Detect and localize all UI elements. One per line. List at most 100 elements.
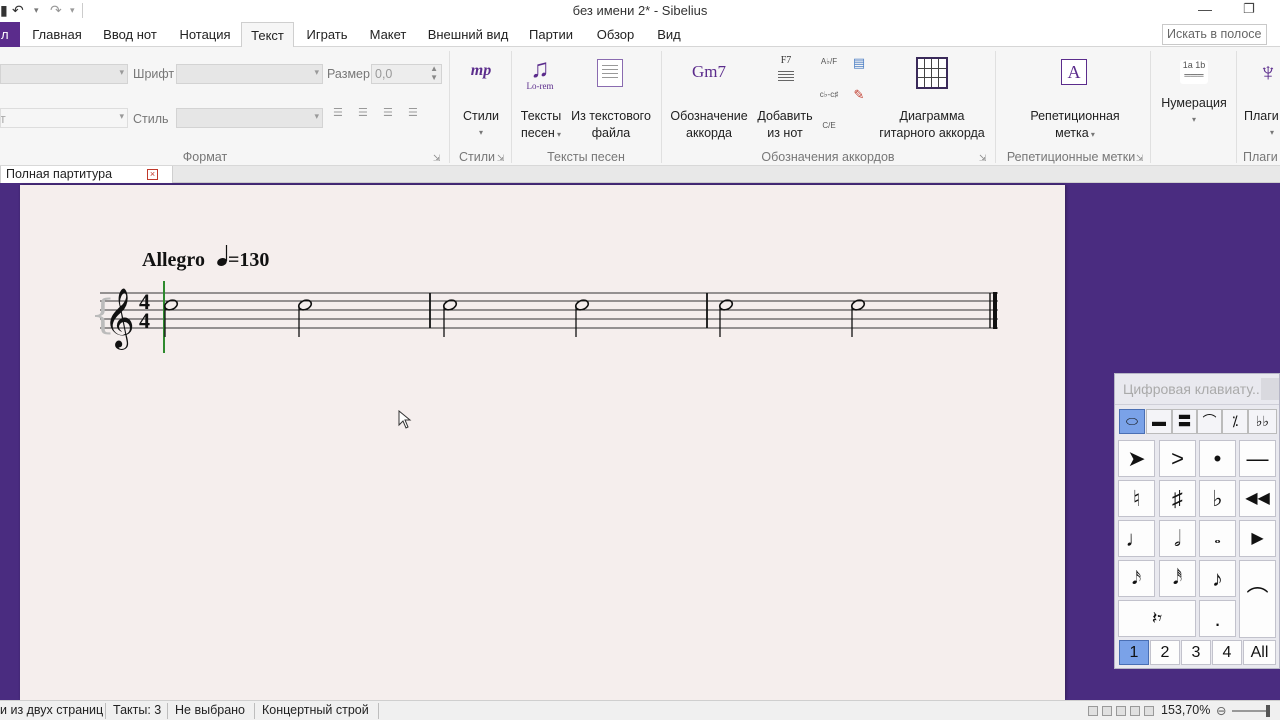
keypad-tenuto-icon[interactable]: — [1239,440,1276,477]
keypad-panel[interactable]: Цифровая клавиату... ⬭ ▬ 〓 ⌒ ⁒ ♭♭ ➤ > • … [1114,373,1280,669]
keypad-close-icon[interactable] [1261,378,1279,400]
restore-icon[interactable]: ❐ [1243,1,1255,17]
add-from-notes-button[interactable]: Добавить из нот [753,108,817,142]
score-tab[interactable]: Полная партитура × [0,166,173,184]
tab-parts[interactable]: Партии [522,22,580,47]
numbering-button[interactable]: Нумерация [1156,95,1232,112]
keypad-eighth-note-icon[interactable]: ♪ [1199,560,1236,597]
align-center-icon[interactable]: ☰ [358,106,369,119]
guitar-chord-button[interactable]: Диаграмма гитарного аккорда [874,108,990,142]
text-style-dropdown[interactable]: ▾ [0,108,128,128]
keypad-tab-more-notes[interactable]: ▬ [1146,409,1172,434]
tab-view[interactable]: Вид [651,22,687,47]
zoom-out-icon[interactable]: ⊖ [1216,703,1226,718]
keypad-tab-articulations[interactable]: ⌒ [1197,409,1222,434]
from-text-file-button[interactable]: Из текстового файла [566,108,656,142]
font-dropdown[interactable]: ▾ [176,64,323,84]
tab-file[interactable]: л [0,22,20,47]
vertical-view-icon[interactable] [1116,706,1126,716]
score-page[interactable]: Allegro =130 { 𝄞 4 4 [20,185,1065,700]
tab-home[interactable]: Главная [26,22,88,47]
tab-text[interactable]: Текст [241,22,294,48]
keypad-rest-icon[interactable]: 𝄽𝄾 [1118,600,1196,637]
tab-review[interactable]: Обзор [588,22,643,47]
keypad-voice-4[interactable]: 4 [1212,640,1242,665]
tab-layout[interactable]: Макет [362,22,414,47]
style-dropdown[interactable]: ▾ [176,108,323,128]
tab-play[interactable]: Играть [300,22,354,47]
keypad-thirty-second-note-icon[interactable]: 𝅘𝅥𝅰 [1159,560,1196,597]
lyrics-button-line2: песен [520,126,555,140]
from-text-file-line2: файла [591,126,631,140]
spread-view-icon[interactable] [1102,706,1112,716]
keypad-accent-icon[interactable]: > [1159,440,1196,477]
score-tab-label: Полная партитура [6,167,113,181]
size-input[interactable]: 0,0 ▲ ▼ [371,64,442,84]
keypad-half-note-icon[interactable]: 𝅗𝅥 [1159,520,1196,557]
keypad-natural-icon[interactable]: ♮ [1118,480,1155,517]
tempo-word[interactable]: Allegro [142,249,205,271]
respell-chord-icon[interactable]: A♭/F [818,57,840,66]
keypad-tab-common-notes[interactable]: ⬭ [1119,409,1145,434]
rehearsal-launcher-icon[interactable]: ⇲ [1136,153,1144,164]
lyrics-button[interactable]: Тексты песен ▾ [515,108,567,143]
chords-launcher-icon[interactable]: ⇲ [979,153,987,164]
close-icon[interactable]: × [147,169,158,180]
numbering-dropdown-icon[interactable]: ▾ [1156,111,1232,128]
styles-launcher-icon[interactable]: ⇲ [497,153,505,164]
keypad-tab-beams[interactable]: 〓 [1172,409,1197,434]
tab-appearance[interactable]: Внешний вид [422,22,514,47]
tempo-value[interactable]: =130 [228,249,269,271]
keypad-tab-accidentals[interactable]: ♭♭ [1248,409,1277,434]
keypad-voice-1[interactable]: 1 [1119,640,1149,665]
slash-chord-icon[interactable]: C/E [818,121,840,130]
keypad-title-bar[interactable]: Цифровая клавиату... [1115,374,1279,405]
keypad-sharp-icon[interactable]: ♯ [1159,480,1196,517]
keypad-play-icon[interactable]: ▶ [1239,520,1276,557]
format-launcher-icon[interactable]: ⇲ [433,153,441,164]
chord-symbol-button[interactable]: Обозначение аккорда [666,108,752,142]
styles-dropdown-icon[interactable]: ▾ [458,124,504,141]
font-family-dropdown[interactable]: ▾ [0,64,128,84]
keypad-staccato-icon[interactable]: • [1199,440,1236,477]
time-signature-bottom[interactable]: 4 [139,308,150,333]
keypad-voice-3[interactable]: 3 [1181,640,1211,665]
tab-note-input[interactable]: Ввод нот [96,22,164,47]
zoom-slider[interactable] [1232,710,1268,712]
keypad-flat-icon[interactable]: ♭ [1199,480,1236,517]
plugins-button[interactable]: Плаги [1244,108,1280,125]
keypad-dot-icon[interactable]: . [1199,600,1236,637]
chord-edit-icon[interactable]: ✎ [850,87,868,103]
keypad-quarter-note-icon[interactable]: ♩ [1118,520,1155,557]
keypad-voice-all[interactable]: All [1243,640,1276,665]
keypad-whole-note-icon[interactable]: 𝅝 [1199,520,1236,557]
plugins-dropdown-icon[interactable]: ▾ [1262,124,1280,141]
score-area[interactable]: Allegro =130 { 𝄞 4 4 [0,183,1280,700]
align-justify-icon[interactable]: ☰ [408,106,419,119]
panorama-view-icon[interactable] [1144,706,1154,716]
zoom-slider-thumb[interactable] [1266,705,1270,717]
rehearsal-mark-line1: Репетиционная [1030,109,1120,123]
keypad-rewind-icon[interactable]: ◀◀ [1239,480,1276,517]
transpose-chord-icon[interactable]: c♭-c♯ [818,90,840,99]
align-right-icon[interactable]: ☰ [383,106,394,119]
keypad-voice-2[interactable]: 2 [1150,640,1180,665]
keypad-tie-icon[interactable]: ⌒ [1239,560,1276,638]
styles-button[interactable]: Стили [458,108,504,125]
align-left-icon[interactable]: ☰ [333,106,344,119]
treble-clef[interactable]: 𝄞 [104,288,135,350]
zoom-level[interactable]: 153,70% [1161,703,1210,717]
keypad-tab-jazz[interactable]: ⁒ [1222,409,1248,434]
keypad-select-icon[interactable]: ➤ [1118,440,1155,477]
horizontal-view-icon[interactable] [1130,706,1140,716]
rehearsal-mark-button[interactable]: Репетиционная метка ▾ [1024,108,1126,143]
minimize-icon[interactable]: — [1198,1,1212,17]
chord-grid-icon[interactable]: ▤ [852,55,866,71]
single-page-view-icon[interactable] [1088,706,1098,716]
keypad-sixteenth-note-icon[interactable]: 𝅘𝅥𝅯 [1118,560,1155,597]
size-spinner-icon[interactable]: ▲ ▼ [430,64,438,82]
staff[interactable] [100,292,998,329]
tab-notations[interactable]: Нотация [172,22,238,47]
lyrics-group-label: Тексты песен [547,150,625,164]
ribbon-search-input[interactable]: Искать в полосе [1162,24,1267,45]
